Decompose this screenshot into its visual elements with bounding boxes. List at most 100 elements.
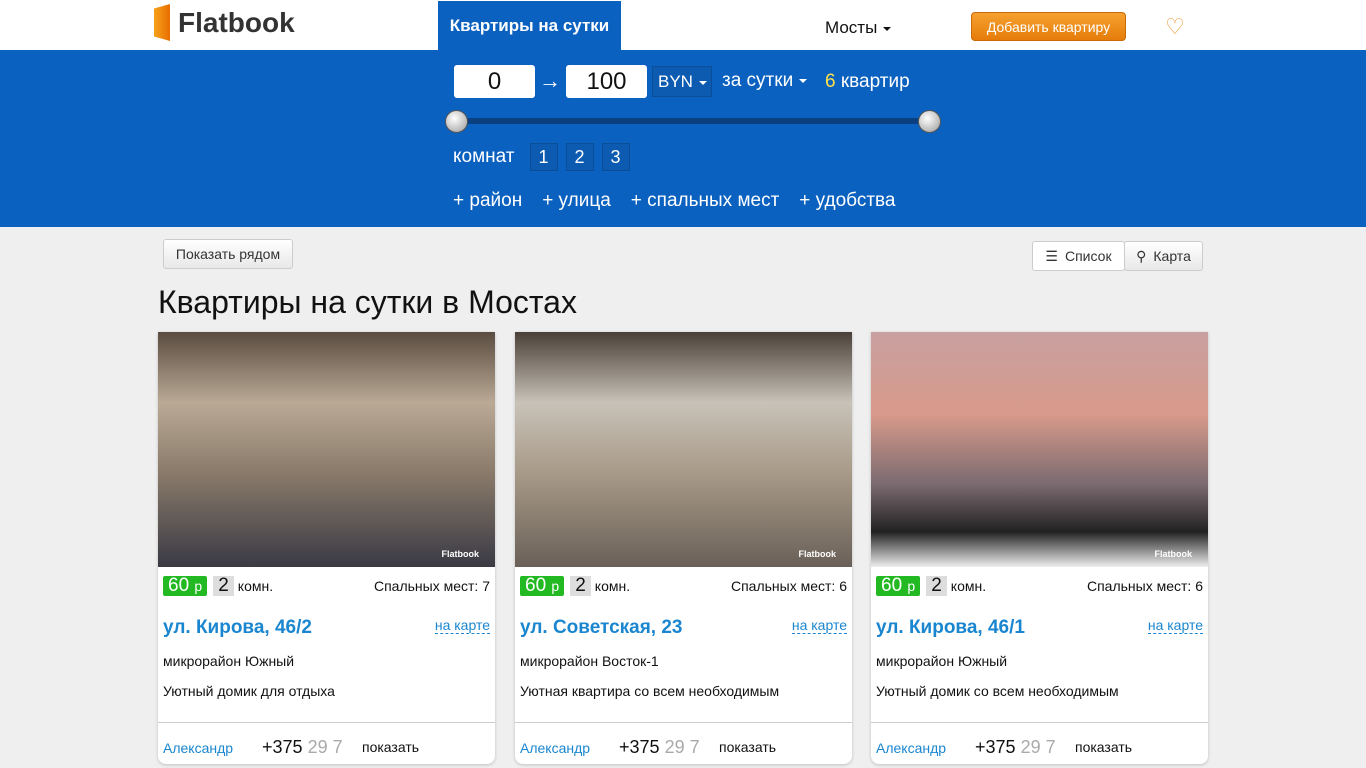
caret-down-icon [883,26,892,31]
more-filters: + район + улица + спальных мест + удобст… [453,190,896,212]
rooms-3-button[interactable]: 3 [601,143,630,171]
rooms-count: 2 [926,576,947,596]
listing-meta: 60 р 2 комн. Спальных мест: 6 [876,576,1203,596]
list-label: Список [1064,248,1112,264]
door-icon [154,4,170,41]
listing-meta: 60 р 2 комн. Спальных мест: 7 [163,576,490,596]
listing-card[interactable]: Flatbook 60 р 2 комн. Спальных мест: 6 у… [871,332,1208,764]
caret-down-icon [799,78,808,83]
caret-down-icon [698,80,707,85]
watermark: Flatbook [441,549,480,559]
rooms-1-button[interactable]: 1 [529,143,558,171]
phone-hidden: 29 7 [1020,737,1056,757]
logo[interactable]: Flatbook [154,4,295,41]
result-count: 6 квартир [825,71,910,93]
show-nearby-button[interactable]: Показать рядом [163,239,293,269]
period-label: за сутки [722,70,794,91]
listing-description: Уютный домик для отдыха [163,683,335,699]
price-value: 60 [525,575,547,596]
beds-count: Спальных мест: 6 [730,578,847,594]
rooms-count: 2 [213,576,234,596]
owner-link[interactable]: Александр [876,740,946,756]
city-dropdown[interactable]: Мосты [825,18,892,38]
phone-prefix: +375 [975,737,1016,757]
price-slider-min-handle[interactable] [445,110,468,133]
listing-district: микрорайон Южный [876,653,1008,669]
currency-dropdown[interactable]: BYN [652,66,712,97]
watermark: Flatbook [1154,549,1193,559]
listing-district: микрорайон Восток-1 [520,653,659,669]
currency-label: BYN [658,72,693,91]
nav-tab-apartments[interactable]: Квартиры на сутки [438,1,621,50]
on-map-link[interactable]: на карте [434,617,490,634]
period-dropdown[interactable]: за сутки [722,70,808,92]
page-title: Квартиры на сутки в Мостах [158,284,577,320]
price-badge: 60 р [520,575,565,596]
price-min-input[interactable]: 0 [454,65,535,98]
price-max-input[interactable]: 100 [566,65,647,98]
show-phone-button[interactable]: показать [1075,739,1132,755]
rooms-filter: комнат 1 2 3 [453,143,630,171]
filter-beds-link[interactable]: + спальных мест [631,190,779,212]
heart-icon[interactable]: ♡ [1165,14,1185,40]
show-phone-button[interactable]: показать [362,739,419,755]
rooms-2-button[interactable]: 2 [565,143,594,171]
beds-count: Спальных мест: 6 [1086,578,1203,594]
listing-address[interactable]: ул. Кирова, 46/2 [163,617,312,639]
logo-text: Flatbook [178,6,295,38]
arrow-right-icon: → [539,68,561,93]
listing-contact: Александр +375 29 7 показать [871,722,1208,764]
listing-address[interactable]: ул. Советская, 23 [520,617,683,639]
show-phone-button[interactable]: показать [719,739,776,755]
rooms-label: комнат [453,146,515,167]
listing-description: Уютный домик со всем необходимым [876,683,1119,699]
on-map-link[interactable]: на карте [1147,617,1203,634]
price-slider-track[interactable] [456,118,930,124]
watermark: Flatbook [798,549,837,559]
city-label: Мосты [825,18,878,37]
price-currency: р [907,578,916,594]
filter-street-link[interactable]: + улица [542,190,611,212]
beds-count: Спальных мест: 7 [373,578,490,594]
rooms-count: 2 [570,576,591,596]
add-apartment-button[interactable]: Добавить квартиру [971,12,1126,41]
price-slider-max-handle[interactable] [918,110,941,133]
listing-contact: Александр +375 29 7 показать [158,722,495,764]
rooms-label: комн. [237,578,274,594]
phone-prefix: +375 [262,737,303,757]
price-currency: р [194,578,203,594]
listing-card[interactable]: Flatbook 60 р 2 комн. Спальных мест: 6 у… [515,332,852,764]
top-bar: Flatbook Квартиры на сутки Мосты Добавит… [0,0,1366,50]
price-badge: 60 р [876,575,921,596]
owner-link[interactable]: Александр [520,740,590,756]
owner-link[interactable]: Александр [163,740,233,756]
listing-photo[interactable]: Flatbook [158,332,495,567]
filter-panel: 0 → 100 BYN за сутки 6 квартир комнат 1 … [0,50,1366,227]
on-map-link[interactable]: на карте [791,617,847,634]
price-value: 60 [168,575,190,596]
filter-amenities-link[interactable]: + удобства [799,190,895,212]
listing-photo[interactable]: Flatbook [871,332,1208,567]
filter-district-link[interactable]: + район [453,190,522,212]
phone-number: +375 29 7 [975,737,1056,758]
map-marker-icon: ⚲ [1136,247,1147,264]
listing-contact: Александр +375 29 7 показать [515,722,852,764]
map-label: Карта [1153,248,1191,264]
phone-number: +375 29 7 [619,737,700,758]
price-currency: р [551,578,560,594]
phone-prefix: +375 [619,737,660,757]
phone-hidden: 29 7 [664,737,700,757]
listing-card[interactable]: Flatbook 60 р 2 комн. Спальных мест: 7 у… [158,332,495,764]
count-label: квартир [840,71,910,92]
listing-district: микрорайон Южный [163,653,295,669]
price-value: 60 [881,575,903,596]
price-badge: 60 р [163,575,208,596]
phone-hidden: 29 7 [307,737,343,757]
map-view-button[interactable]: ⚲ Карта [1124,241,1203,271]
listing-meta: 60 р 2 комн. Спальных мест: 6 [520,576,847,596]
listing-description: Уютная квартира со всем необходимым [520,683,780,699]
listing-photo[interactable]: Flatbook [515,332,852,567]
list-icon: ☰ [1045,247,1058,264]
list-view-button[interactable]: ☰ Список [1032,241,1125,271]
listing-address[interactable]: ул. Кирова, 46/1 [876,617,1025,639]
